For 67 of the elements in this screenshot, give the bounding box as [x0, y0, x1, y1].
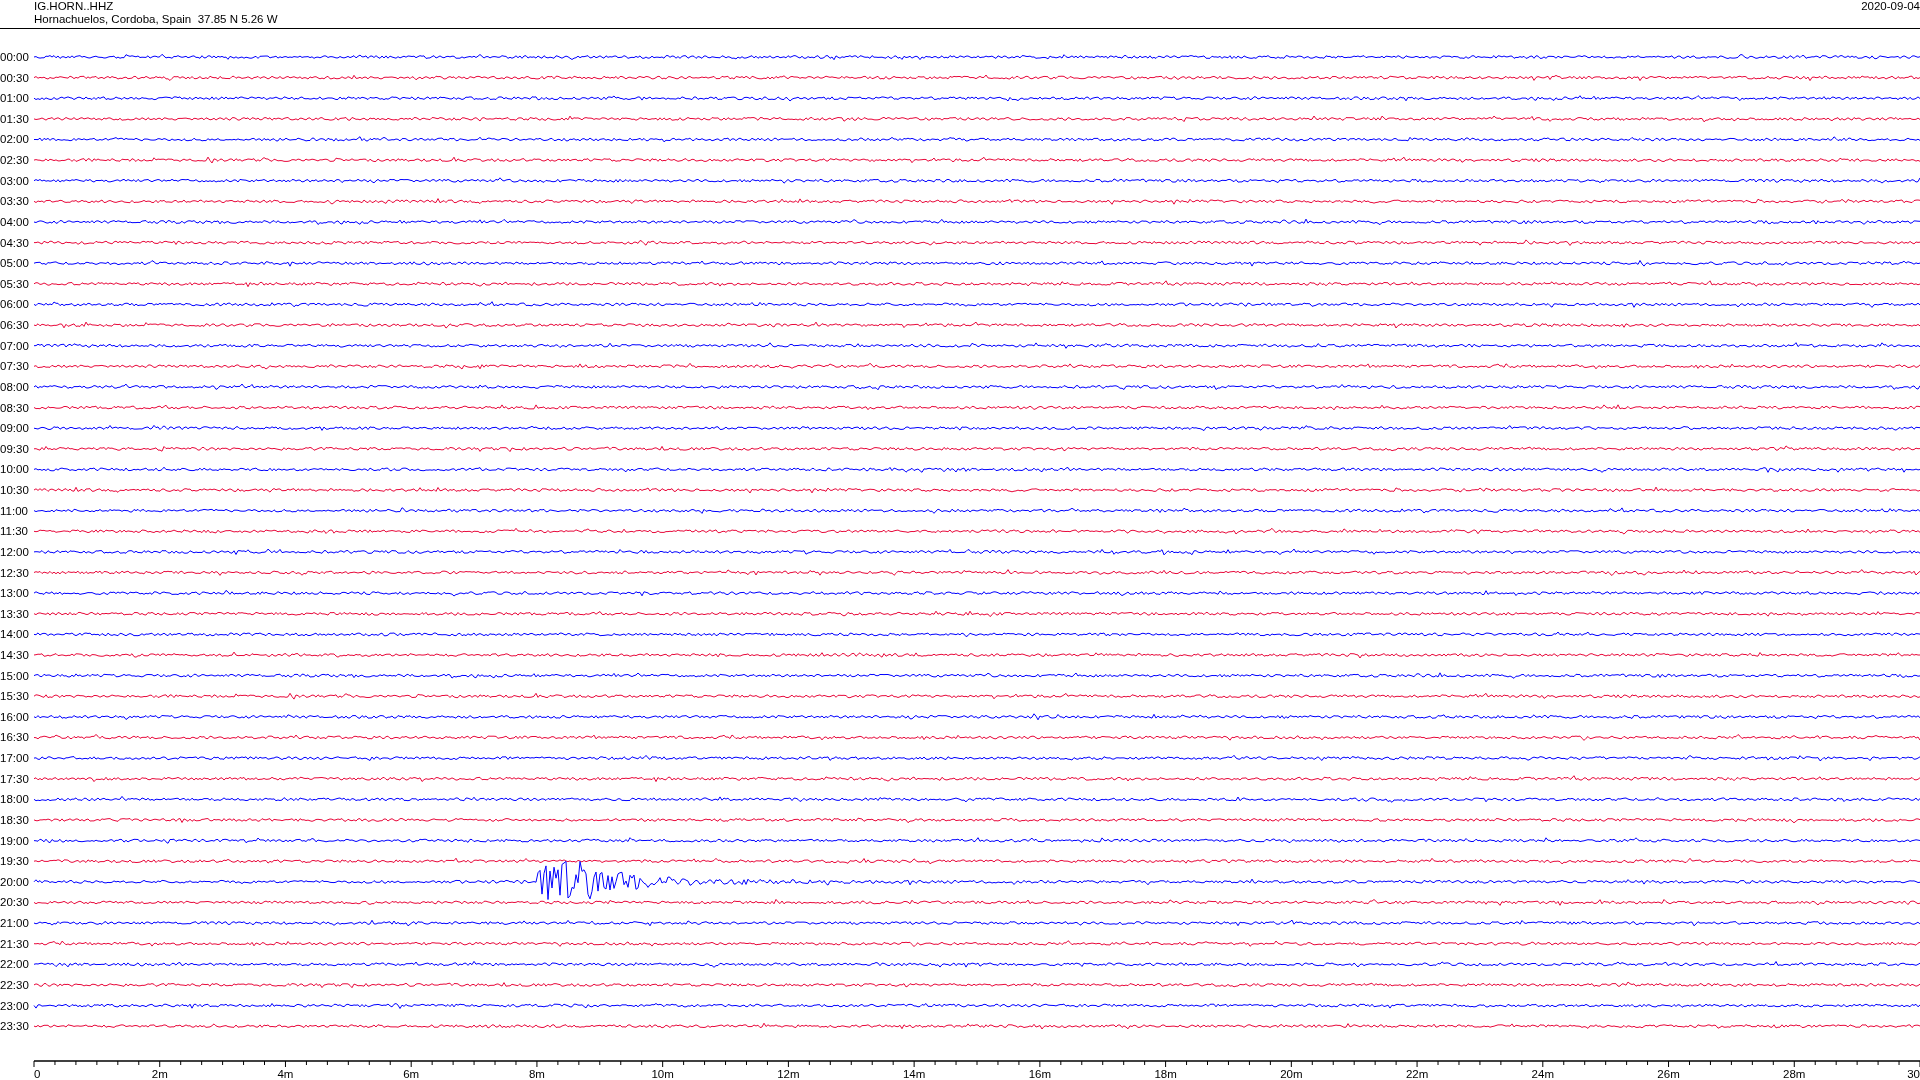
row-time-label: 08:30	[0, 401, 29, 414]
axis-tick-label: 14m	[902, 1068, 926, 1079]
row-time-label: 19:30	[0, 855, 29, 868]
plot-date: 2020-09-04	[1861, 0, 1920, 13]
row-time-label: 18:30	[0, 813, 29, 826]
row-time-label: 19:00	[0, 834, 29, 847]
axis-tick-label: 24m	[1531, 1068, 1554, 1079]
row-time-label: 07:00	[0, 339, 29, 352]
row-time-label: 01:00	[0, 92, 29, 105]
axis-tick-label: 30	[1907, 1068, 1920, 1079]
row-time-label: 21:30	[0, 937, 29, 950]
axis-tick-label: 12m	[777, 1068, 800, 1079]
row-time-label: 03:30	[0, 195, 29, 208]
row-time-label: 20:30	[0, 896, 29, 909]
row-time-label: 13:00	[0, 587, 29, 600]
axis-tick-label: 6m	[403, 1068, 420, 1079]
row-time-label: 02:30	[0, 154, 29, 167]
row-time-label: 18:00	[0, 793, 29, 806]
row-time-label: 00:30	[0, 71, 29, 84]
axis-tick-label: 20m	[1280, 1068, 1303, 1079]
row-time-label: 05:30	[0, 277, 29, 290]
row-time-label: 14:00	[0, 628, 29, 641]
axis-tick-label: 8m	[528, 1068, 545, 1079]
row-time-label: 20:00	[0, 875, 29, 888]
axis-tick-label: 18m	[1154, 1068, 1177, 1079]
row-time-label: 17:00	[0, 752, 29, 765]
station-location: Hornachuelos, Cordoba, Spain 37.85 N 5.26 W	[34, 13, 278, 26]
row-time-label: 16:30	[0, 731, 29, 744]
row-time-label: 11:00	[0, 504, 28, 517]
row-time-label: 22:00	[0, 958, 29, 971]
row-time-label: 05:00	[0, 257, 29, 270]
axis-tick-label: 22m	[1405, 1068, 1429, 1079]
row-time-label: 04:00	[0, 215, 29, 228]
axis-tick-label: 16m	[1028, 1068, 1052, 1079]
station-code: IG.HORN..HHZ	[34, 0, 115, 13]
row-time-label: 21:00	[0, 917, 29, 930]
row-time-label: 01:30	[0, 112, 29, 125]
axis-tick-label: 2m	[151, 1068, 168, 1079]
row-time-label: 09:00	[0, 422, 29, 435]
row-time-label: 23:30	[0, 1020, 29, 1033]
row-time-label: 17:30	[0, 772, 29, 785]
row-time-label: 10:00	[0, 463, 29, 476]
row-time-label: 13:30	[0, 607, 29, 620]
row-time-label: 08:00	[0, 380, 29, 393]
row-time-label: 12:30	[0, 566, 29, 579]
row-time-label: 06:30	[0, 319, 29, 332]
row-time-label: 23:00	[0, 999, 29, 1012]
axis-tick-label: 4m	[277, 1068, 294, 1079]
row-time-label: 10:30	[0, 484, 29, 496]
row-time-label: 15:00	[0, 669, 29, 682]
row-time-label: 02:00	[0, 133, 29, 146]
axis-tick-label: 26m	[1657, 1068, 1680, 1079]
row-time-label: 22:30	[0, 978, 29, 991]
row-time-label: 07:30	[0, 360, 29, 373]
axis-tick-label: 28m	[1783, 1068, 1806, 1079]
row-time-label: 11:30	[0, 525, 28, 538]
row-time-label: 12:00	[0, 545, 29, 558]
axis-tick-label: 0	[34, 1068, 41, 1079]
row-time-label: 06:00	[0, 298, 29, 311]
row-time-label: 15:30	[0, 690, 29, 703]
row-time-label: 14:30	[0, 649, 29, 661]
row-time-label: 03:00	[0, 174, 29, 187]
row-time-label: 00:00	[0, 51, 29, 63]
row-time-label: 16:00	[0, 710, 29, 723]
row-time-label: 04:30	[0, 236, 29, 249]
row-time-label: 09:30	[0, 442, 29, 455]
axis-tick-label: 10m	[651, 1068, 674, 1079]
